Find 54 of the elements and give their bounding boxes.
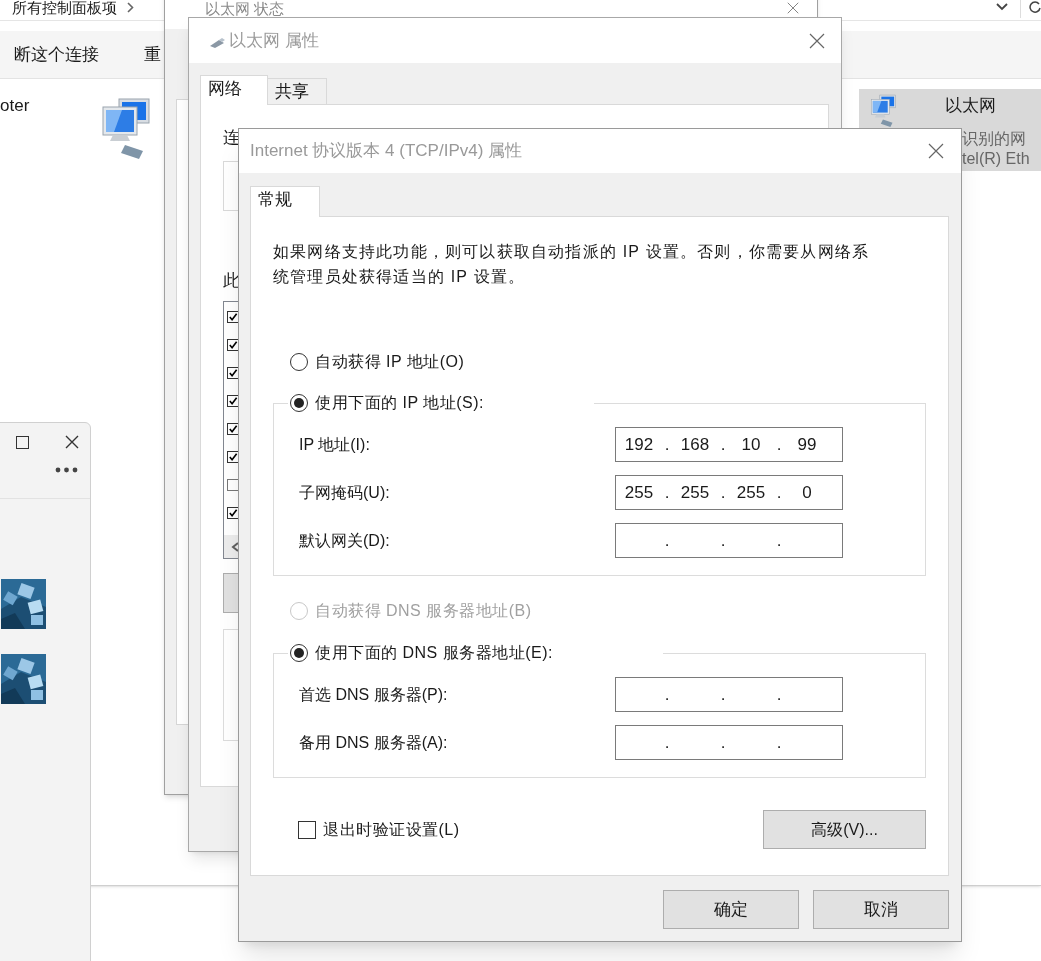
dialog-button[interactable]: 取消 (813, 890, 949, 929)
toolbar-button[interactable]: 重 (144, 41, 161, 68)
window-title: 以太网 状态 (205, 1, 285, 16)
field-label: 首选 DNS 服务器(P): (299, 684, 448, 705)
chevron-right-icon (127, 1, 134, 13)
checkbox[interactable] (227, 507, 239, 519)
radio-label: 使用下面的 IP 地址(S): (315, 393, 484, 413)
checkbox[interactable] (227, 395, 239, 407)
description-text: 如果网络支持此功能，则可以获取自动指派的 IP 设置。否则，你需要从网络系统管理员处获得适当的 IP 设置。 (273, 242, 871, 287)
ip-address-field[interactable]: . . . (615, 725, 843, 760)
network-cable-icon (209, 37, 225, 48)
radio-label: 自动获得 IP 地址(O) (315, 352, 465, 372)
ip-address-field[interactable]: 192 . 168 . 10 . 99 (615, 427, 843, 462)
chevron-down-icon[interactable] (996, 3, 1008, 11)
field-label: 子网掩码(U): (299, 482, 390, 503)
toolbar-button[interactable]: 断这个连接 (14, 41, 99, 68)
radio-button[interactable] (290, 644, 308, 662)
radio-label: 自动获得 DNS 服务器地址(B) (315, 601, 532, 621)
close-icon[interactable] (928, 143, 944, 159)
radio-button[interactable] (290, 353, 308, 371)
refresh-icon[interactable] (1029, 0, 1041, 14)
breadcrumb[interactable]: 所有控制面板项 (12, 0, 117, 16)
checkbox[interactable] (227, 339, 239, 351)
radio-button[interactable] (290, 394, 308, 412)
network-item[interactable]: oter (0, 89, 156, 171)
field-label: 默认网关(D): (299, 530, 390, 551)
tab[interactable]: 常规 (250, 186, 320, 217)
checkbox[interactable] (227, 311, 239, 323)
field-label: 备用 DNS 服务器(A): (299, 732, 448, 753)
field-label: IP 地址(I): (299, 434, 370, 455)
checkbox[interactable] (298, 820, 316, 839)
ip-address-field[interactable]: . . . (615, 677, 843, 712)
maximize-icon[interactable] (16, 435, 29, 449)
checkbox[interactable] (227, 423, 239, 435)
window-title: Internet 协议版本 4 (TCP/IPv4) 属性 (250, 140, 523, 163)
radio-label: 使用下面的 DNS 服务器地址(E): (315, 643, 553, 663)
close-icon[interactable] (809, 32, 825, 49)
ip-address-field[interactable]: 255 . 255 . 255 . 0 (615, 475, 843, 510)
tab[interactable]: 共享 (268, 78, 327, 105)
dialog-button[interactable]: 确定 (663, 890, 799, 929)
checkbox[interactable] (227, 367, 239, 379)
checkbox-label: 退出时验证设置(L) (323, 819, 460, 840)
scroll-left-icon[interactable] (231, 541, 239, 552)
checkbox[interactable] (227, 479, 239, 491)
window-title: 以太网 属性 (229, 29, 319, 52)
more-icon[interactable] (55, 467, 78, 473)
checkbox[interactable] (227, 451, 239, 463)
close-icon[interactable] (65, 435, 79, 449)
network-item[interactable]: 以太网 (859, 89, 1041, 129)
ip-address-field[interactable]: . . . (615, 523, 843, 558)
section-label: 连 (223, 127, 240, 149)
advanced-button[interactable]: 高级(V)... (763, 810, 926, 849)
tab[interactable]: 网络 (200, 75, 268, 105)
network-item-details[interactable]: 识别的网 tel(R) Eth (962, 129, 1041, 171)
